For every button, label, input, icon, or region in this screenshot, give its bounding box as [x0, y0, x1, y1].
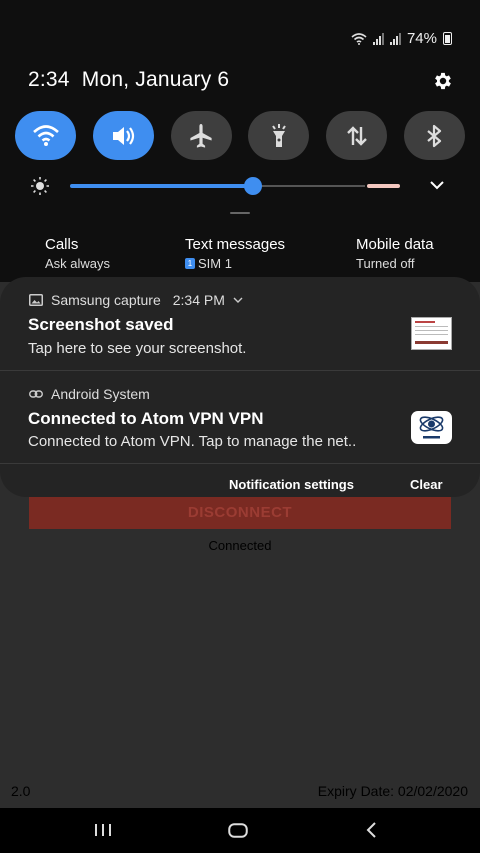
mobile-data-icon — [346, 125, 367, 146]
calls-info[interactable]: Calls Ask always — [45, 236, 110, 271]
qs-mobile-data-toggle[interactable] — [326, 111, 388, 160]
qs-airplane-toggle[interactable] — [170, 111, 232, 160]
navigation-bar — [0, 808, 480, 853]
notif-app-name: Android System — [51, 386, 150, 402]
texts-title: Text messages — [185, 236, 286, 253]
brightness-thumb[interactable] — [244, 177, 262, 195]
brightness-track-rest — [253, 185, 365, 187]
vpn-app-icon — [411, 411, 452, 444]
notif-text: Tap here to see your screenshot. — [28, 340, 247, 357]
notif-title: Screenshot saved — [28, 315, 174, 334]
connection-status: Connected — [208, 538, 272, 553]
recent-apps-icon[interactable] — [94, 823, 112, 837]
signal-sim2-icon — [389, 32, 401, 45]
atom-logo-icon — [419, 416, 444, 439]
brightness-track-end — [367, 184, 400, 188]
clear-notifications-button[interactable]: Clear — [410, 477, 443, 492]
chevron-down-icon[interactable] — [428, 178, 446, 192]
notification-panel: Samsung capture 2:34 PM Screenshot saved… — [0, 277, 480, 497]
texts-sub-row: 1 SIM 1 — [185, 256, 285, 271]
calls-title: Calls — [45, 236, 79, 253]
calls-sub: Ask always — [45, 256, 111, 271]
airplane-icon — [190, 123, 212, 148]
shade-handle[interactable] — [230, 212, 250, 214]
sound-icon — [113, 126, 135, 145]
expiry-date: Expiry Date: 02/02/2020 — [317, 783, 468, 799]
battery-icon — [443, 32, 452, 45]
wifi-icon — [32, 124, 59, 146]
notif-app-name: Samsung capture — [51, 292, 161, 308]
back-icon[interactable] — [366, 822, 378, 838]
notif-time: 2:34 PM — [172, 292, 225, 308]
clock-time: 2:34 — [28, 68, 70, 91]
mobile-data-sub: Turned off — [356, 256, 415, 271]
bluetooth-icon — [427, 124, 442, 147]
mobile-data-title: Mobile data — [356, 236, 434, 253]
mobile-data-info[interactable]: Mobile data Turned off — [356, 236, 434, 271]
clock-date: 2:34 Mon, January 6 — [28, 68, 229, 92]
notif-app-row: Android System — [29, 386, 150, 402]
app-version: 2.0 — [11, 783, 31, 799]
texts-info[interactable]: Text messages 1 SIM 1 — [185, 236, 285, 271]
notif-app-row: Samsung capture 2:34 PM — [29, 292, 243, 308]
notif-title: Connected to Atom VPN VPN — [28, 409, 264, 428]
status-bar: 74% — [351, 30, 452, 47]
settings-gear-icon[interactable] — [432, 70, 454, 92]
brightness-icon — [31, 177, 49, 195]
texts-sub: SIM 1 — [198, 256, 232, 271]
flashlight-icon — [272, 123, 286, 147]
chevron-down-icon[interactable] — [233, 296, 243, 304]
link-icon — [29, 390, 43, 398]
qs-wifi-toggle[interactable] — [15, 111, 76, 160]
date-text: Mon, January 6 — [81, 68, 230, 91]
sim-badge: 1 — [185, 258, 195, 269]
qs-sound-toggle[interactable] — [92, 111, 154, 160]
notif-text: Connected to Atom VPN. Tap to manage the… — [28, 433, 357, 450]
qs-flashlight-toggle[interactable] — [248, 111, 310, 160]
wifi-status-icon — [351, 32, 367, 45]
disconnect-button[interactable]: DISCONNECT — [29, 495, 451, 529]
quick-settings-row — [15, 111, 465, 160]
brightness-fill — [70, 184, 253, 188]
screenshot-thumbnail — [411, 317, 452, 350]
notification-settings-button[interactable]: Notification settings — [229, 477, 354, 492]
gallery-icon — [29, 294, 43, 306]
qs-bluetooth-toggle[interactable] — [403, 111, 465, 160]
notification-vpn[interactable]: Android System Connected to Atom VPN VPN… — [0, 371, 480, 463]
signal-sim1-icon — [372, 32, 384, 45]
home-icon[interactable] — [228, 823, 248, 838]
notif-divider — [0, 463, 480, 464]
battery-percent: 74% — [406, 30, 437, 47]
notification-screenshot[interactable]: Samsung capture 2:34 PM Screenshot saved… — [0, 277, 480, 370]
